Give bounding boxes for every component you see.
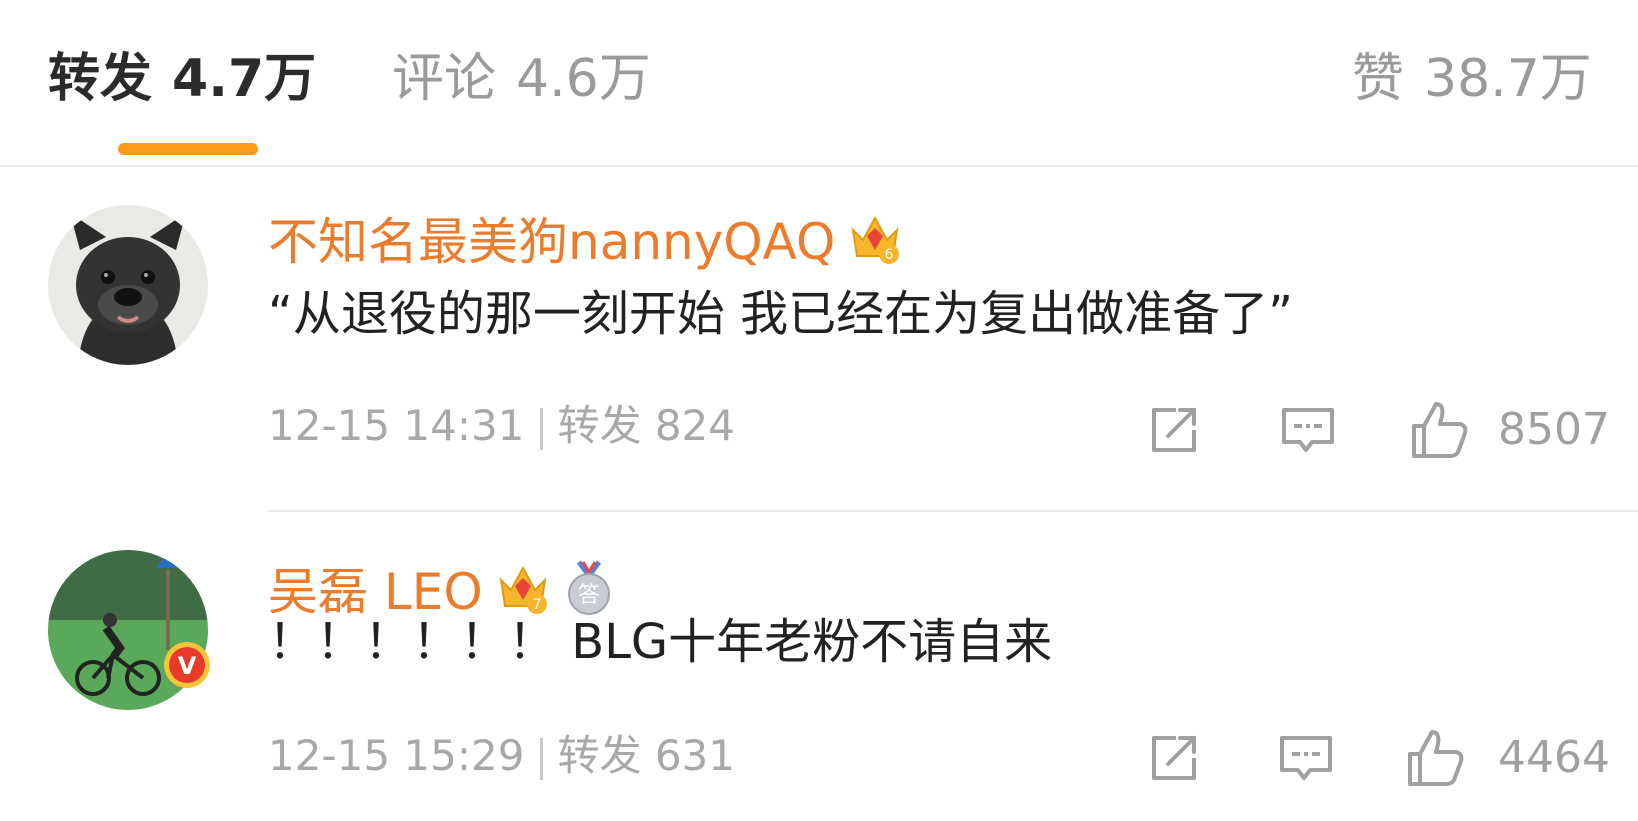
verified-mark: V (178, 652, 197, 680)
meta-divider (540, 407, 544, 450)
username[interactable]: 不知名最美狗nannyQAQ 6 (268, 210, 903, 281)
share-icon (1152, 408, 1196, 452)
repost-text: ！！！！！！ BLG十年老粉不请自来 (268, 614, 1053, 670)
repost-label: 转发 (557, 401, 642, 450)
repost-meta: 12-15 15:29 转发 631 (268, 728, 735, 784)
active-tab-indicator (118, 143, 258, 155)
like-button[interactable] (1408, 398, 1472, 466)
tab-repost[interactable]: 转发 4.7万 (48, 44, 316, 114)
thumbs-up-icon (1408, 730, 1464, 786)
thumbs-up-icon (1412, 402, 1468, 458)
tab-repost-count: 4.7万 (172, 49, 317, 109)
crown-level: 6 (885, 247, 894, 263)
medal-text: 答 (578, 583, 600, 608)
avatar[interactable] (48, 205, 208, 365)
repost-meta: 12-15 14:31 转发 824 (268, 398, 735, 454)
like-count: 4464 (1498, 732, 1610, 783)
repost-label: 转发 (557, 731, 642, 780)
repost-text: “从退役的那一刻开始 我已经在为复出做准备了” (268, 286, 1293, 342)
tab-like-label: 赞 (1352, 49, 1405, 109)
dog-avatar-icon (48, 205, 208, 365)
tab-repost-label: 转发 (48, 49, 153, 109)
meta-divider (540, 737, 544, 780)
repost-count: 631 (654, 731, 735, 780)
tab-like[interactable]: 赞 38.7万 (1352, 44, 1592, 114)
comment-icon (1282, 408, 1334, 452)
timestamp: 12-15 15:29 (268, 731, 525, 780)
interaction-tabs: 转发 4.7万 评论 4.6万 赞 38.7万 (0, 0, 1638, 167)
repost-count: 824 (654, 401, 735, 450)
tab-like-count: 38.7万 (1424, 49, 1592, 109)
username-text: 不知名最美狗nannyQAQ (268, 213, 836, 271)
tab-comment[interactable]: 评论 4.6万 (392, 44, 651, 114)
like-count: 8507 (1498, 404, 1610, 455)
verified-badge-icon: V (164, 642, 210, 688)
timestamp: 12-15 14:31 (268, 401, 525, 450)
share-icon (1152, 736, 1196, 780)
share-button[interactable] (1146, 730, 1206, 790)
comment-icon (1280, 736, 1332, 780)
tab-comment-label: 评论 (392, 49, 497, 109)
tab-comment-count: 4.6万 (516, 49, 651, 109)
crown-icon[interactable]: 6 (847, 210, 903, 281)
comment-button[interactable] (1278, 402, 1338, 462)
share-button[interactable] (1146, 402, 1206, 462)
item-divider (268, 510, 1638, 512)
like-button[interactable] (1404, 726, 1468, 794)
comment-button[interactable] (1276, 730, 1336, 790)
